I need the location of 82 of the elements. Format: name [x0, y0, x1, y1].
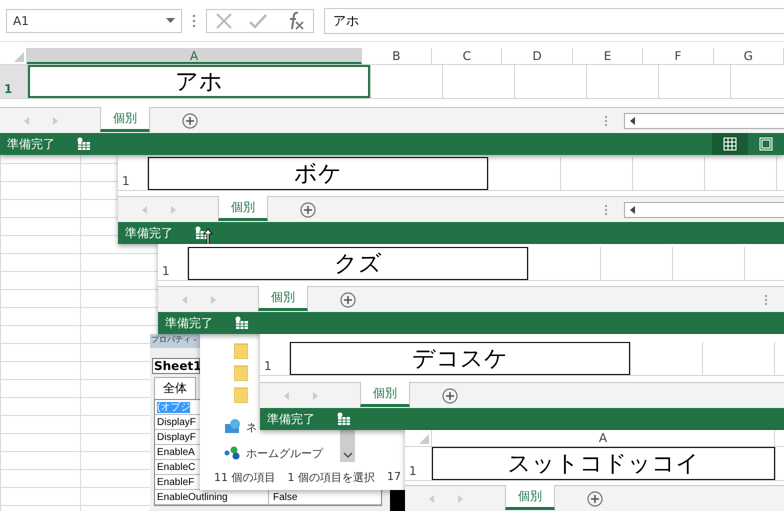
- status-text: 1 個の項目を選択: [288, 470, 375, 485]
- next-sheet-icon[interactable]: [457, 494, 463, 502]
- network-icon: [224, 419, 242, 435]
- sheet-tab[interactable]: 個別: [218, 196, 268, 221]
- add-sheet-icon[interactable]: [340, 292, 356, 308]
- chevron-down-icon: [342, 451, 352, 459]
- property-name: EnableF: [157, 477, 194, 488]
- next-sheet-icon[interactable]: [170, 206, 176, 214]
- previous-sheet-icon[interactable]: [284, 392, 290, 400]
- explorer-item-label[interactable]: ネ: [246, 420, 257, 434]
- status-text: 準備完了: [165, 314, 213, 332]
- panel-tab[interactable]: 全体: [154, 377, 196, 399]
- status-text: 11 個の項目: [214, 470, 276, 485]
- property-name: DisplayF: [157, 417, 196, 428]
- table-cell[interactable]: スットコドッコイ: [432, 447, 775, 480]
- horizontal-scrollbar[interactable]: [624, 202, 784, 218]
- sheet-tab[interactable]: 個別: [505, 485, 555, 510]
- panel-title: プロパティ -: [150, 334, 200, 348]
- sheet-tab[interactable]: 個別: [100, 107, 150, 132]
- table-cell[interactable]: デコスケ: [290, 342, 630, 375]
- add-sheet-icon[interactable]: [442, 388, 458, 404]
- table-cell[interactable]: クズ: [188, 247, 528, 280]
- column-header[interactable]: D: [502, 48, 573, 64]
- scroll-left-icon[interactable]: [630, 206, 635, 214]
- name-box[interactable]: A1: [6, 8, 182, 32]
- scroll-left-icon[interactable]: [630, 116, 635, 124]
- property-name: EnableA: [157, 447, 195, 458]
- column-header[interactable]: A: [27, 48, 362, 64]
- grip-icon[interactable]: [604, 204, 608, 216]
- property-name: EnableC: [157, 462, 196, 473]
- dropdown-arrow-icon: [166, 18, 175, 24]
- column-header[interactable]: B: [362, 48, 432, 64]
- horizontal-scrollbar[interactable]: [624, 112, 784, 128]
- grid-icon: [723, 137, 737, 151]
- table-cell[interactable]: ボケ: [148, 157, 488, 190]
- next-sheet-icon[interactable]: [312, 392, 318, 400]
- select-all-icon[interactable]: [14, 52, 24, 62]
- previous-sheet-icon[interactable]: [182, 296, 188, 304]
- grip-icon: [192, 14, 196, 28]
- status-text: 準備完了: [125, 224, 173, 242]
- grip-icon[interactable]: [604, 114, 608, 126]
- add-sheet-icon[interactable]: [300, 202, 316, 218]
- checkmark-icon[interactable]: [248, 12, 268, 30]
- add-sheet-icon[interactable]: [182, 112, 198, 128]
- page-layout-icon: [759, 137, 773, 151]
- row-header[interactable]: 1: [0, 65, 28, 98]
- column-header[interactable]: A: [432, 430, 775, 446]
- view-button[interactable]: [712, 133, 748, 155]
- select-all-icon[interactable]: [419, 434, 429, 444]
- table-cell[interactable]: アホ: [28, 65, 370, 98]
- previous-sheet-icon[interactable]: [24, 116, 30, 124]
- previous-sheet-icon[interactable]: [429, 494, 435, 502]
- row-header[interactable]: 1: [118, 157, 148, 190]
- column-header[interactable]: G: [714, 48, 784, 64]
- property-value: False: [273, 492, 298, 503]
- folder-icon: [234, 343, 248, 359]
- column-header[interactable]: E: [572, 48, 644, 64]
- status-text: 準備完了: [267, 410, 315, 428]
- sheet-tab[interactable]: 個別: [360, 382, 410, 407]
- scrollbar[interactable]: [340, 430, 355, 462]
- previous-sheet-icon[interactable]: [142, 206, 148, 214]
- row-header[interactable]: 1: [260, 342, 290, 375]
- row-header[interactable]: 1: [405, 447, 432, 480]
- folder-icon: [234, 387, 248, 403]
- status-text: 17: [387, 470, 401, 485]
- explorer-item-label[interactable]: ホームグループ: [246, 446, 323, 460]
- sheet-tab[interactable]: 個別: [258, 286, 308, 311]
- property-name: EnableOutlining: [157, 492, 228, 503]
- column-header[interactable]: C: [432, 48, 502, 64]
- row-header[interactable]: 1: [158, 247, 188, 280]
- folder-icon: [234, 365, 248, 381]
- property-name: (オブジ: [157, 402, 190, 413]
- property-name: DisplayF: [157, 432, 196, 443]
- status-text: 準備完了: [7, 136, 55, 152]
- formula-field[interactable]: アホ: [324, 8, 784, 34]
- homegroup-icon: [224, 446, 242, 460]
- add-sheet-icon[interactable]: [587, 490, 603, 506]
- cancel-icon[interactable]: [214, 12, 233, 30]
- next-sheet-icon[interactable]: [210, 296, 216, 304]
- grip-icon[interactable]: [764, 294, 768, 306]
- column-header[interactable]: F: [643, 48, 714, 64]
- next-sheet-icon[interactable]: [52, 116, 58, 124]
